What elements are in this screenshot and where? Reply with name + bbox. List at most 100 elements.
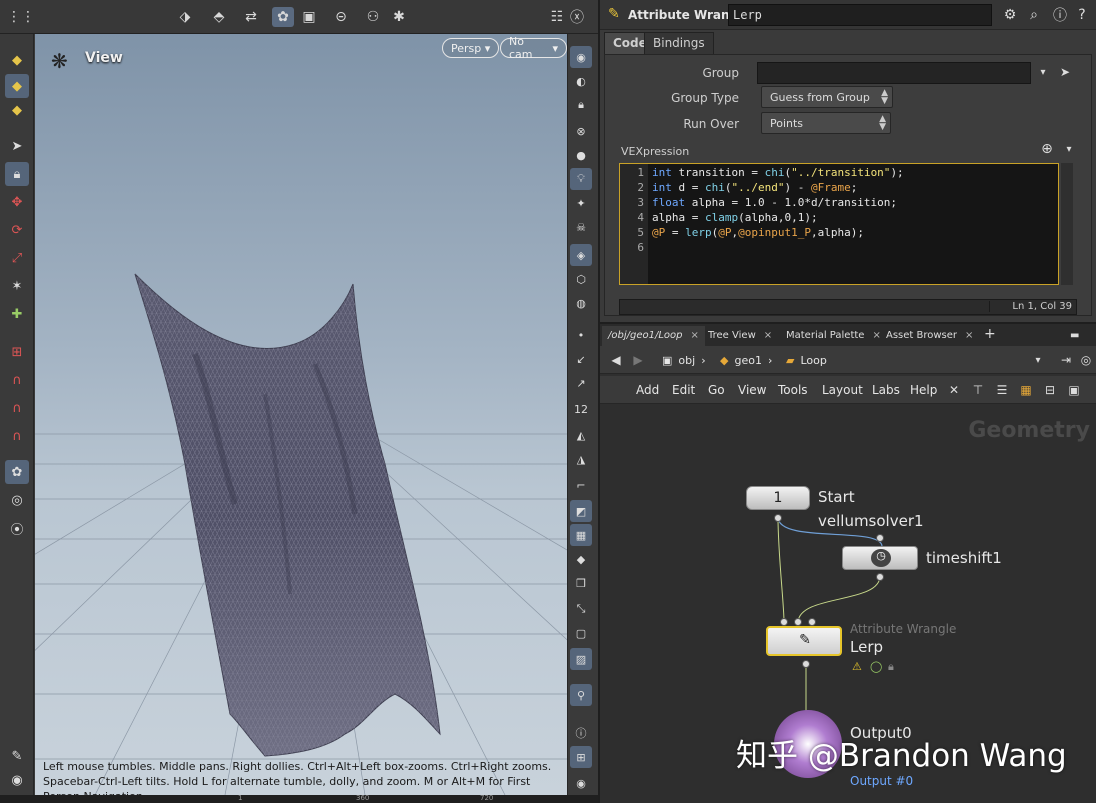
pane-grid-icon[interactable]: ⋮⋮ [7,7,35,27]
start-node[interactable]: 1 [746,486,810,510]
fill-icon[interactable]: ◭ [570,424,592,446]
attribute-wrangle-node[interactable]: ✎ [766,626,842,656]
snap-prim-icon[interactable]: ∩ [5,368,29,392]
list-icon[interactable]: ☰ [994,382,1010,398]
group-dropdown-icon[interactable]: ▾ [1033,62,1053,82]
run-over-menu[interactable]: Points ▲ ▼ [761,112,891,134]
flipbook-icon[interactable]: ✎ [5,744,29,768]
select-points-icon[interactable]: ⬗ [174,7,196,27]
sphere-icon[interactable]: ● [570,144,592,166]
timeshift-input-port[interactable] [876,534,884,542]
select-geometry-icon[interactable]: ◆ [5,98,29,122]
add-tab-icon[interactable]: + [978,326,1002,346]
3d-viewport[interactable]: ❋ View Persp ▾ No cam ▾ Left mouse tumbl… [35,34,567,795]
maximize-pane-icon[interactable]: ▬ [1064,326,1085,346]
ghost-icon[interactable]: ⊝ [330,7,352,27]
record-icon[interactable]: ⚇ [362,7,384,27]
checker-icon[interactable]: ▦ [570,524,592,546]
close-tab-icon[interactable]: × [764,330,772,341]
move-tool-icon[interactable]: ✥ [5,190,29,214]
layout-icon[interactable]: ☷ [546,7,568,27]
breadcrumb-loop[interactable]: ▰ Loop [786,351,827,369]
info-icon[interactable]: ⓘ [570,722,592,744]
code-scrollbar[interactable] [1061,163,1073,285]
close-tab-icon[interactable]: × [965,330,973,341]
group-type-menu[interactable]: Guess from Group ▲ ▼ [761,86,893,108]
wrangle-input-port-2[interactable] [794,618,802,626]
tab-material-palette[interactable]: Material Palette × [780,326,887,346]
pin-icon[interactable]: ⚲ [570,684,592,706]
tree-icon[interactable]: ⊤ [970,382,986,398]
eye-icon[interactable]: ◉ [570,772,592,794]
scale-tool-icon[interactable]: ⤢ [5,246,29,270]
help-icon[interactable]: ? [1072,5,1092,25]
grid-toggle-icon[interactable]: ⊞ [570,746,592,768]
breadcrumb-geo1[interactable]: ◆ geo1 › [720,351,772,369]
camera-menu-button[interactable]: No cam ▾ [500,35,567,61]
pin-pane-icon[interactable]: ⇥ [1058,352,1074,368]
select-prims-icon[interactable]: ⇄ [240,7,262,27]
snapshot-icon[interactable]: ▣ [298,7,320,27]
lock-camera-icon[interactable]: 🔒︎ [570,94,592,116]
snap-multi-icon[interactable]: ∩ [5,424,29,448]
timeshift-node[interactable]: ◷ [842,546,918,570]
gear-icon[interactable]: ⚙ [1000,5,1020,25]
wireframe-icon[interactable]: ⬡ [570,268,592,290]
point-display-icon[interactable]: • [570,324,592,346]
shading-icon[interactable]: ◐ [570,70,592,92]
point-numbers-icon[interactable]: 12 [570,398,592,420]
texture-icon[interactable]: ◩ [570,500,592,522]
skull-icon[interactable]: ☠ [570,216,592,238]
search-icon[interactable]: ⌕ [1024,5,1044,25]
timeline-ruler[interactable]: 1 360 720 [0,794,598,803]
pointer-icon[interactable]: ➤ [5,134,29,158]
ghost-other-icon[interactable]: ◍ [570,292,592,314]
palette-icon[interactable]: ▦ [1018,382,1034,398]
tab-network-editor[interactable]: /obj/geo1/Loop × [602,326,705,346]
view-tool-icon[interactable]: ✿ [5,460,29,484]
vex-code-editor[interactable]: 1 2 3 4 5 6 int transition = chi("../tra… [619,163,1059,285]
backface-icon[interactable]: ◈ [570,244,592,266]
light-icon[interactable]: 💡︎ [570,168,592,190]
normals-icon[interactable]: ↙ [570,348,592,370]
link-icon[interactable]: ◎ [1078,352,1094,368]
back-arrow-icon[interactable]: ◀ [608,352,624,368]
render-icon[interactable]: ◉ [5,768,29,792]
isolate-icon[interactable]: ⊗ [570,120,592,142]
menu-add[interactable]: Add [636,383,659,397]
display-toggle-icon[interactable]: ✿ [272,7,294,27]
add-preset-icon[interactable]: ⊕ [1037,139,1057,159]
snap-point-icon[interactable]: ∩ [5,396,29,420]
select-arrow-icon[interactable]: ➤ [1055,62,1075,82]
close-tab-icon[interactable]: × [691,330,699,341]
preset-dropdown-icon[interactable]: ▾ [1059,139,1079,159]
tab-asset-browser[interactable]: Asset Browser × [880,326,979,346]
node-name-field[interactable] [728,4,992,26]
pose-tool-icon[interactable]: ✶ [5,274,29,298]
frame-icon[interactable]: ▢ [570,622,592,644]
tab-bindings[interactable]: Bindings [644,32,714,54]
select-object-icon[interactable]: ◆ [5,74,29,98]
start-output-port[interactable] [774,514,782,522]
menu-edit[interactable]: Edit [672,383,695,397]
wrangle-input-port-1[interactable] [780,618,788,626]
handle-tool-icon[interactable]: ✚ [5,302,29,326]
background-icon[interactable]: ▨ [570,648,592,670]
menu-help[interactable]: Help [910,383,937,397]
path-dropdown-icon[interactable]: ▾ [1030,352,1046,368]
grid-view-icon[interactable]: ⊟ [1042,382,1058,398]
vectors-icon[interactable]: ↗ [570,372,592,394]
diamond-icon[interactable]: ◆ [570,548,592,570]
camera-tool-icon[interactable]: ◎ [5,488,29,512]
wrench-icon[interactable]: ✕ [946,382,962,398]
prim-fill-icon[interactable]: ◮ [570,448,592,470]
edge-icon[interactable]: ⤡ [570,598,592,620]
quick-marks-icon[interactable]: ▣ [1066,382,1082,398]
display-options-icon[interactable]: ◉ [570,46,592,68]
uv-icon[interactable]: ⌐ [570,474,592,496]
rotate-tool-icon[interactable]: ⟳ [5,218,29,242]
tab-tree-view[interactable]: Tree View × [702,326,778,346]
snap-grid-icon[interactable]: ⊞ [5,340,29,364]
menu-tools[interactable]: Tools [778,383,808,397]
help-icon[interactable] [572,7,594,27]
